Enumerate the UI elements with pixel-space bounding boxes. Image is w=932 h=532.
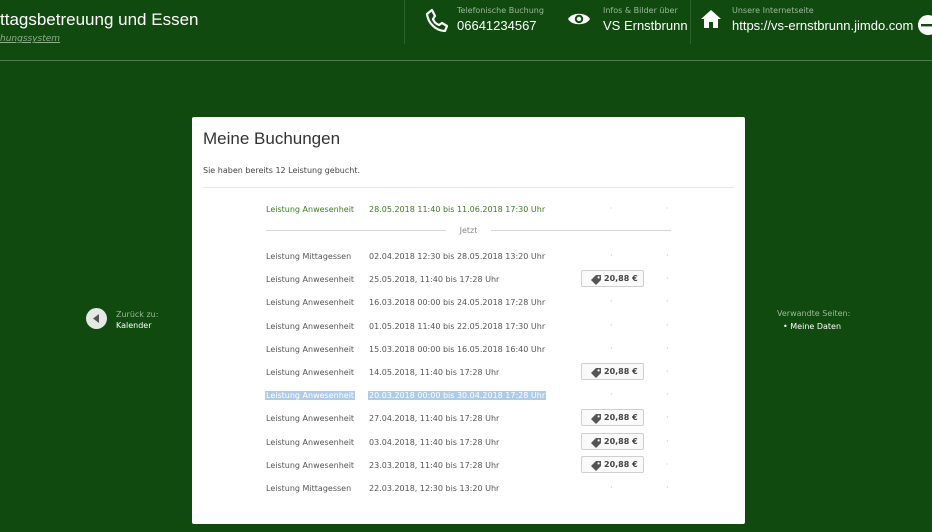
booking-range: 16.03.2018 00:00 bis 24.05.2018 17:28 Uh… (369, 298, 546, 308)
tag-icon (591, 414, 601, 425)
booking-dot: · (610, 343, 613, 353)
booking-dot: · (610, 297, 613, 307)
booking-service: Leistung Anwesenheit (266, 460, 355, 470)
booking-range: 03.04.2018, 11:40 bis 17:28 Uhr (369, 437, 500, 447)
booking-service: Leistung Anwesenheit (265, 391, 356, 401)
booking-dot: · (666, 343, 669, 353)
booking-dot: · (666, 274, 669, 284)
booking-dot: · (666, 390, 669, 400)
booking-row-current: Leistung Anwesenheit 28.05.2018 11:40 bi… (192, 199, 745, 219)
now-separator: Jetzt (266, 223, 671, 237)
home-icon (701, 10, 721, 28)
price-badge[interactable]: 20,88 € (581, 270, 644, 288)
header-divider (404, 0, 405, 44)
booking-dot: · (610, 251, 613, 260)
price-value: 20,88 € (604, 274, 638, 284)
card-divider (203, 187, 734, 188)
booking-row: Leistung Anwesenheit 23.03.2018, 11:40 bi… (192, 455, 745, 475)
booking-service: Leistung Anwesenheit (266, 437, 355, 447)
booking-dot: · (666, 297, 669, 307)
back-button[interactable] (86, 308, 107, 329)
tag-icon (591, 275, 601, 286)
booking-dot: · (666, 413, 669, 423)
price-value: 20,88 € (604, 413, 638, 423)
booking-dot: · (610, 204, 613, 213)
booking-dot: · (666, 436, 669, 446)
booking-row: Leistung Anwesenheit 01.05.2018 11:40 bis… (192, 316, 745, 336)
booking-service: Leistung Anwesenheit (266, 414, 355, 424)
booking-range: 14.05.2018, 11:40 bis 17:28 Uhr (369, 368, 500, 377)
booking-row: Leistung Anwesenheit 25.05.2018, 11:40 bi… (192, 269, 745, 289)
tag-icon (591, 460, 601, 471)
tag-icon (591, 368, 601, 378)
price-value: 20,88 € (604, 436, 638, 446)
price-value: 20,88 € (604, 367, 638, 376)
phone-number: 06641234567 (457, 18, 537, 33)
booking-range: 22.03.2018, 12:30 bis 13:20 Uhr (369, 484, 500, 493)
booking-service: Leistung Anwesenheit (266, 368, 355, 377)
tag-icon (591, 437, 601, 448)
booking-row: Leistung Mittagessen 22.03.2018, 12:30 bi… (192, 478, 745, 498)
logout-icon[interactable] (917, 14, 932, 36)
price-value: 20,88 € (604, 459, 638, 469)
booking-service: Leistung Anwesenheit (266, 321, 355, 331)
app-title: ttagsbetreuung und Essen (0, 10, 199, 29)
booking-service: Leistung Anwesenheit (266, 205, 355, 214)
booking-range: 28.05.2018 11:40 bis 11.06.2018 17:30 Uh… (369, 205, 546, 214)
phone-icon (425, 8, 449, 33)
related-title: Verwandte Seiten: (777, 309, 851, 318)
booking-row: Leistung Mittagessen 02.04.2018 12:30 bis… (192, 246, 745, 266)
booking-row: Leistung Anwesenheit 20.03.2018 00:00 bis… (192, 385, 745, 405)
related-pages: Verwandte Seiten: • Meine Daten (777, 309, 850, 331)
bookings-card: Meine Buchungen Sie haben bereits 12 Lei… (192, 117, 745, 524)
booking-service: Leistung Anwesenheit (266, 344, 355, 354)
related-item-label[interactable]: Meine Daten (790, 322, 841, 331)
header-bar: ttagsbetreuung und Essen hungssystem Tel… (0, 0, 932, 61)
booking-row: Leistung Anwesenheit 27.04.2018, 11:40 bi… (192, 408, 745, 428)
phone-label: Telefonische Buchung (457, 6, 544, 15)
price-badge[interactable]: 20,88 € (581, 432, 644, 450)
info-label: Infos & Bilder über (603, 6, 678, 15)
booking-range: 23.03.2018, 11:40 bis 17:28 Uhr (369, 460, 500, 470)
booking-range: 15.03.2018 00:00 bis 16.05.2018 16:40 Uh… (369, 344, 546, 354)
related-item-meine-daten[interactable]: • Meine Daten (777, 322, 850, 331)
booking-dot: · (666, 204, 669, 213)
price-badge[interactable]: 20,88 € (581, 363, 644, 380)
website-url: https://vs-ernstbrunn.jimdo.com (732, 18, 914, 33)
booking-dot: · (610, 320, 613, 330)
booking-service: Leistung Anwesenheit (266, 298, 355, 308)
booking-dot: · (666, 367, 669, 376)
booking-dot: · (666, 459, 669, 469)
separator-line (491, 230, 671, 231)
booking-service: Leistung Mittagessen (266, 252, 352, 261)
arrow-left-icon (93, 314, 99, 323)
booking-service: Leistung Mittagessen (266, 484, 352, 493)
booking-row: Leistung Anwesenheit 15.03.2018 00:00 bis… (192, 339, 745, 359)
price-badge[interactable]: 20,88 € (581, 455, 644, 473)
booking-range: 20.03.2018 00:00 bis 30.04.2018 17:28 Uh… (368, 391, 547, 401)
booking-range: 27.04.2018, 11:40 bis 17:28 Uhr (369, 414, 500, 424)
booking-service: Leistung Anwesenheit (266, 275, 355, 285)
booking-dot: · (610, 390, 613, 400)
booking-dot: · (666, 483, 669, 492)
website-label: Unsere Internetseite (732, 6, 814, 15)
booking-dot: · (666, 320, 669, 330)
header-divider (690, 0, 691, 44)
booking-row: Leistung Anwesenheit 16.03.2018 00:00 bis… (192, 292, 745, 312)
booking-dot: · (666, 251, 669, 260)
price-badge[interactable]: 20,88 € (581, 409, 644, 427)
booking-row: Leistung Anwesenheit 03.04.2018, 11:40 bi… (192, 432, 745, 452)
back-label: Zurück zu: (116, 310, 159, 319)
page-title: Meine Buchungen (203, 129, 341, 148)
booking-range: 01.05.2018 11:40 bis 22.05.2018 17:30 Uh… (369, 321, 546, 331)
app-subtitle-link[interactable]: hungssystem (0, 34, 60, 44)
back-target[interactable]: Kalender (116, 321, 152, 330)
info-value: VS Ernstbrunn (603, 18, 688, 33)
booking-range: 02.04.2018 12:30 bis 28.05.2018 13:20 Uh… (369, 252, 546, 261)
bookings-summary: Sie haben bereits 12 Leistung gebucht. (203, 166, 361, 175)
booking-row: Leistung Anwesenheit 14.05.2018, 11:40 bi… (192, 362, 745, 382)
eye-icon (568, 13, 590, 25)
booking-dot: · (610, 483, 613, 492)
booking-range: 25.05.2018, 11:40 bis 17:28 Uhr (369, 275, 500, 285)
